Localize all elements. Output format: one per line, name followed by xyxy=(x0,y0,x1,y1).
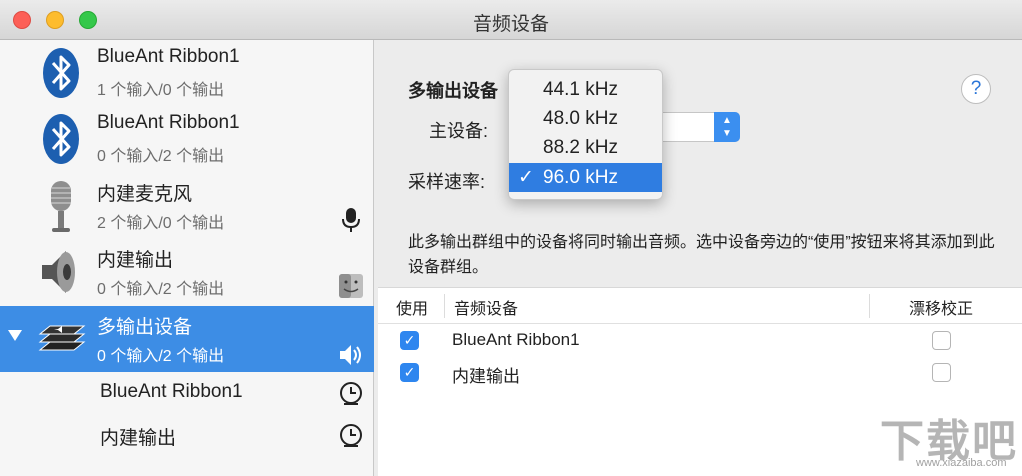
section-title: 多输出设备 xyxy=(408,81,498,101)
device-io: 1 个输入/0 个输出 xyxy=(97,82,225,99)
speaker-output-icon xyxy=(340,345,361,365)
subdevice-name: 内建输出 xyxy=(100,428,177,449)
device-item-blueant-output[interactable]: BlueAnt Ribbon1 0 个输入/2 个输出 xyxy=(0,106,374,172)
table-row[interactable]: ✓ 内建输出 xyxy=(378,358,1022,390)
title-bar: 音频设备 xyxy=(0,0,1022,40)
mic-input-icon xyxy=(342,208,360,232)
help-button[interactable]: ? xyxy=(961,74,991,104)
column-header-use[interactable]: 使用 xyxy=(396,295,428,319)
menu-item-label: 48.0 kHz xyxy=(543,108,618,129)
device-name: BlueAnt Ribbon1 xyxy=(97,112,240,133)
clock-icon xyxy=(340,424,362,447)
menu-item-88-2[interactable]: 88.2 kHz xyxy=(509,133,662,162)
bluetooth-icon xyxy=(43,114,79,164)
use-checkbox[interactable]: ✓ xyxy=(400,331,419,350)
device-item-blueant-input[interactable]: BlueAnt Ribbon1 1 个输入/0 个输出 xyxy=(0,40,374,106)
description-text: 此多输出群组中的设备将同时输出音频。选中设备旁边的“使用”按钮来将其添加到此设备… xyxy=(408,234,995,276)
menu-item-label: 44.1 kHz xyxy=(543,79,618,100)
menu-item-48-0[interactable]: 48.0 kHz xyxy=(509,104,662,133)
watermark-logo: 下载吧 www.xiazaiba.com xyxy=(880,405,1020,475)
device-name: BlueAnt Ribbon1 xyxy=(97,46,240,67)
finder-icon xyxy=(339,274,363,298)
column-header-device[interactable]: 音频设备 xyxy=(454,295,518,319)
device-cell: 内建输出 xyxy=(452,367,520,386)
menu-item-label: 96.0 kHz xyxy=(543,167,618,188)
subdevice-item-blueant[interactable]: BlueAnt Ribbon1 xyxy=(0,372,374,414)
device-io: 2 个输入/0 个输出 xyxy=(97,215,225,232)
bluetooth-icon xyxy=(43,48,79,98)
subdevice-item-builtin-output[interactable]: 内建输出 xyxy=(0,414,374,456)
menu-item-label: 88.2 kHz xyxy=(543,137,618,158)
window-title: 音频设备 xyxy=(472,14,549,35)
column-separator xyxy=(869,294,870,318)
table-row[interactable]: ✓ BlueAnt Ribbon1 xyxy=(378,326,1022,358)
master-device-label: 主设备: xyxy=(429,121,489,141)
device-item-builtin-mic[interactable]: 内建麦克风 2 个输入/0 个输出 xyxy=(0,173,374,239)
chevron-updown-icon: ▲ ▼ xyxy=(714,112,740,142)
column-separator xyxy=(444,294,445,318)
menu-item-44-1[interactable]: 44.1 kHz xyxy=(509,75,662,104)
use-checkbox[interactable]: ✓ xyxy=(400,363,419,382)
checkmark-icon: ✓ xyxy=(518,167,534,188)
multi-output-icon xyxy=(38,325,86,351)
sample-rate-menu: 44.1 kHz 48.0 kHz 88.2 kHz ✓ 96.0 kHz xyxy=(508,69,663,200)
device-name: 内建输出 xyxy=(97,250,174,271)
table-header: 使用 音频设备 漂移校正 xyxy=(378,288,1022,324)
disclosure-triangle-icon[interactable] xyxy=(8,330,22,341)
microphone-icon xyxy=(51,181,71,232)
audio-devices-window: 音频设备 BlueAnt Ribbon1 1 个输入/0 个输出 BlueAnt… xyxy=(0,0,1022,476)
menu-item-96-0[interactable]: ✓ 96.0 kHz xyxy=(509,163,662,192)
device-item-multi-output[interactable]: 多输出设备 0 个输入/2 个输出 xyxy=(0,306,374,372)
device-io: 0 个输入/2 个输出 xyxy=(97,148,225,165)
device-sidebar: BlueAnt Ribbon1 1 个输入/0 个输出 BlueAnt Ribb… xyxy=(0,40,374,476)
device-name: 多输出设备 xyxy=(97,317,193,338)
speaker-icon xyxy=(42,251,75,293)
drift-correction-checkbox[interactable] xyxy=(932,363,951,382)
clock-icon xyxy=(340,382,362,405)
watermark-url: www.xiazaiba.com xyxy=(916,457,1007,469)
device-name: 内建麦克风 xyxy=(97,184,193,205)
sample-rate-label: 采样速率: xyxy=(408,172,486,192)
column-header-drift[interactable]: 漂移校正 xyxy=(909,295,973,319)
device-cell: BlueAnt Ribbon1 xyxy=(452,330,580,349)
device-io: 0 个输入/2 个输出 xyxy=(97,348,225,365)
device-item-builtin-output[interactable]: 内建输出 0 个输入/2 个输出 xyxy=(0,239,374,305)
drift-correction-checkbox[interactable] xyxy=(932,331,951,350)
subdevice-name: BlueAnt Ribbon1 xyxy=(100,381,243,402)
device-io: 0 个输入/2 个输出 xyxy=(97,281,225,298)
